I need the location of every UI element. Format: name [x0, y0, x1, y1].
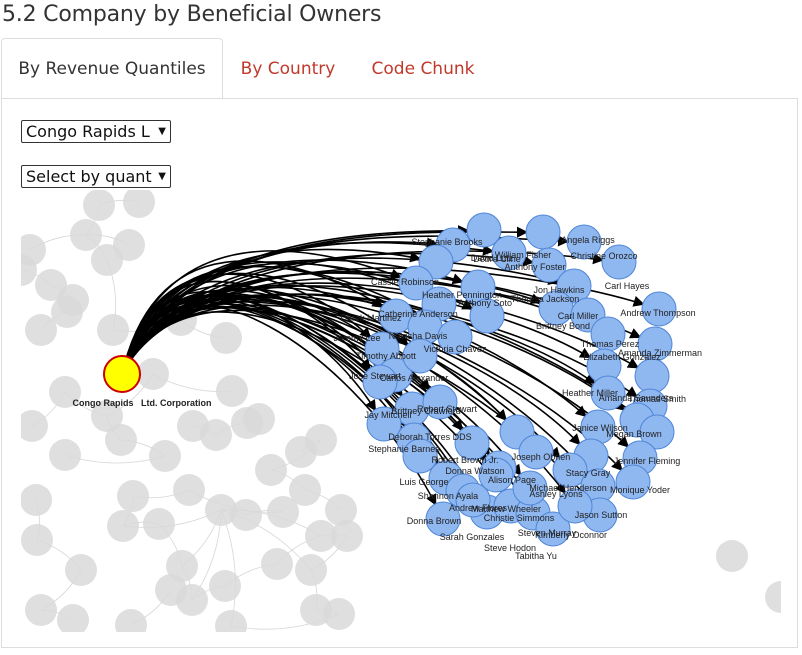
background-node: [49, 439, 81, 471]
quantile-select[interactable]: Select by quant ▼: [21, 165, 171, 188]
background-node: [323, 598, 355, 630]
background-node: [149, 440, 181, 472]
owner-label: Shannon Ayala: [418, 491, 478, 501]
owner-label: Anthony Foster: [504, 262, 565, 272]
background-node: [115, 609, 147, 632]
background-node: [173, 474, 205, 506]
owner-label: Derek Martinez: [340, 313, 402, 323]
owner-label: Sarah Gonzales: [440, 532, 505, 542]
tab-code-chunk[interactable]: Code Chunk: [354, 38, 492, 99]
quantile-select-value: Select by quant: [26, 167, 152, 186]
owner-label: Amanda Saunders: [599, 393, 674, 403]
background-node: [765, 581, 781, 613]
background-node: [21, 410, 48, 442]
background-node: [200, 419, 232, 451]
owner-label: Donna Brown: [407, 516, 462, 526]
background-node: [230, 499, 262, 531]
owner-label: Cassie Robinson: [371, 277, 439, 287]
background-node: [295, 554, 327, 586]
owner-label: Elizabeth Gonzalez: [583, 352, 661, 362]
background-node: [51, 296, 83, 328]
background-node: [243, 403, 275, 435]
tab-by-revenue-quantiles[interactable]: By Revenue Quantiles: [1, 38, 223, 99]
background-node: [70, 219, 102, 251]
owner-label: Kimberly Oconnor: [535, 530, 607, 540]
owner-label: Christie Simmons: [484, 513, 555, 523]
background-node: [716, 540, 748, 572]
owner-label: Natasha Davis: [389, 331, 448, 341]
company-node[interactable]: [103, 355, 141, 393]
owner-label: Jennifer Fleming: [614, 456, 681, 466]
background-node: [91, 244, 123, 276]
owner-label: Angela Riggs: [561, 235, 615, 245]
owner-label: Stephanie Barnes: [368, 444, 440, 454]
background-node: [83, 190, 115, 221]
background-node: [57, 604, 89, 632]
owner-label: Stephanie Brooks: [411, 237, 483, 247]
owner-label: Stacy Gray: [566, 468, 611, 478]
owner-label: Anthony Soto: [458, 298, 512, 308]
owner-label: Luis George: [399, 477, 448, 487]
background-node: [97, 314, 129, 346]
owner-label: Jay Mitchell: [364, 410, 411, 420]
owner-label: Victoria Chavez: [424, 344, 487, 354]
owner-label: Andrew Thompson: [620, 308, 695, 318]
background-node: [155, 574, 187, 606]
company-label: Congo Rapids Ltd. Corporation: [73, 398, 212, 408]
owner-label: Timothy Abbott: [356, 351, 416, 361]
company-select[interactable]: Congo Rapids L ▼: [21, 120, 171, 143]
owner-label: Jason Sutton: [575, 510, 628, 520]
owner-label: Carl Hayes: [605, 281, 650, 291]
owner-label: Jeremy Lee: [333, 333, 380, 343]
owner-label: Carl Miller: [558, 311, 599, 321]
page-title: 5.2 Company by Beneficial Owners: [2, 2, 382, 27]
background-node: [210, 322, 242, 354]
background-node: [35, 269, 67, 301]
tab-by-country[interactable]: By Country: [224, 38, 352, 99]
company-select-value: Congo Rapids L: [26, 122, 150, 141]
background-node: [21, 484, 52, 516]
owner-label: Carlos Alexander: [380, 373, 449, 383]
background-node: [25, 314, 57, 346]
background-node: [267, 496, 299, 528]
owner-label: Joseph Obrien: [512, 452, 571, 462]
owner-label: Robert Brown Jr.: [431, 455, 498, 465]
chevron-down-icon: ▼: [158, 171, 166, 182]
background-node: [216, 375, 248, 407]
owner-label: Robert Stewart: [417, 404, 478, 414]
owner-label: Christine Orozco: [570, 251, 637, 261]
owner-label: Brittney Bond: [536, 321, 590, 331]
background-node: [21, 524, 53, 556]
background-node: [107, 510, 139, 542]
owner-label: Ashley Lyons: [529, 489, 583, 499]
network-graph[interactable]: Debra ClineWilliam FisherStephanie Brook…: [21, 190, 781, 632]
background-node: [209, 570, 241, 602]
owner-label: Monique Yoder: [610, 485, 670, 495]
background-node: [215, 610, 247, 632]
owner-node[interactable]: [525, 214, 561, 250]
owner-label: Theresa Jackson: [511, 294, 580, 304]
background-node: [261, 548, 293, 580]
chevron-down-icon: ▼: [158, 126, 166, 137]
background-node: [25, 594, 57, 626]
background-link: [220, 509, 236, 627]
background-node: [255, 454, 287, 486]
background-node: [105, 424, 137, 456]
background-node: [331, 520, 363, 552]
background-node: [117, 480, 149, 512]
tab-bar: By Revenue Quantiles By Country Code Chu…: [0, 38, 802, 99]
background-node: [143, 508, 175, 540]
background-node: [305, 424, 337, 456]
owner-label: Deborah Torres DDS: [388, 432, 471, 442]
background-node: [65, 554, 97, 586]
background-node: [123, 190, 155, 218]
owner-label: Megan Brown: [606, 429, 662, 439]
owner-label: Tabitha Yu: [515, 551, 557, 561]
owner-node[interactable]: [634, 358, 670, 394]
background-node: [137, 358, 169, 390]
